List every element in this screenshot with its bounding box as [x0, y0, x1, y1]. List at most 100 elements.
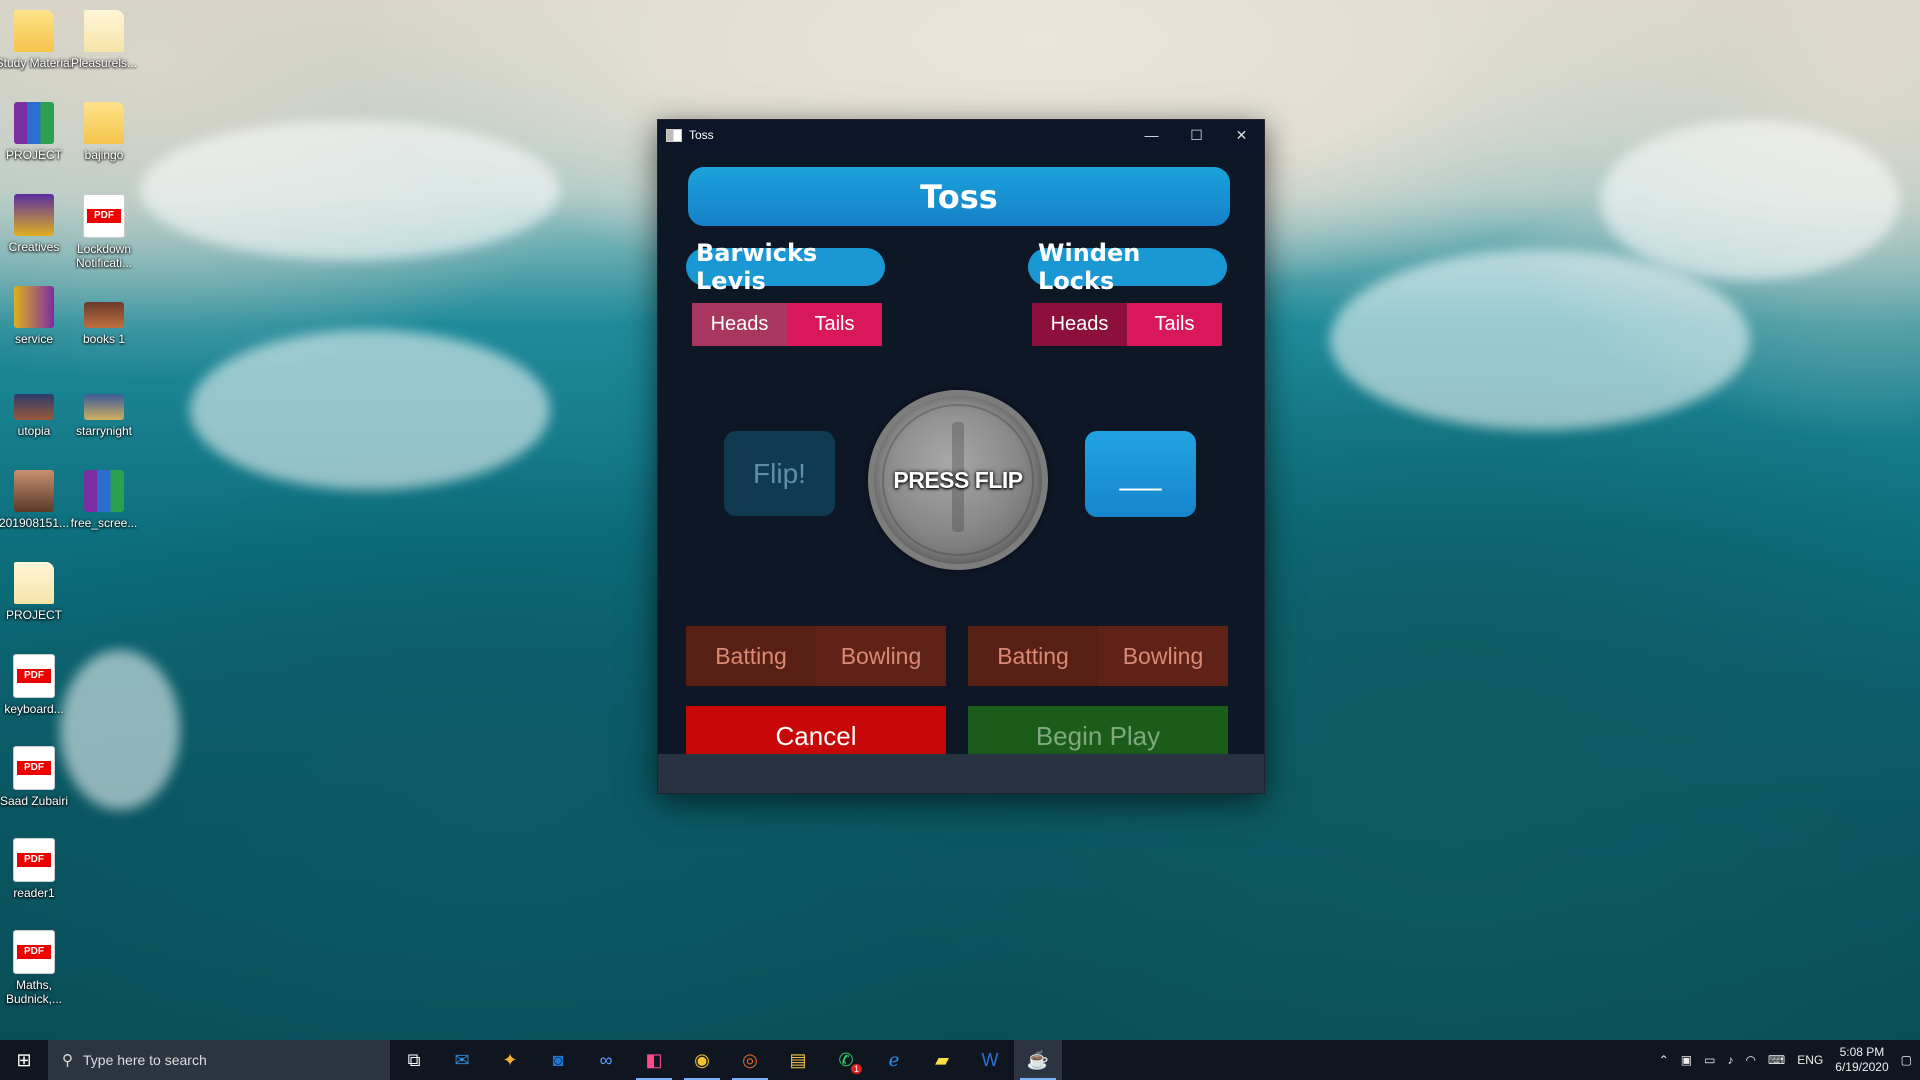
desktop-icon[interactable]: PROJECT	[0, 102, 74, 162]
taskbar: ⊞ ⚲ Type here to search ⧉ ✉ ✦ ◙ ∞ ◧ ◉ ◎ …	[0, 1040, 1920, 1080]
window-footer	[658, 754, 1264, 793]
desktop-icon[interactable]: bajingo	[64, 102, 144, 162]
java-icon[interactable]: ☕	[1014, 1040, 1062, 1080]
mail-icon[interactable]: ✉	[438, 1040, 486, 1080]
image-icon	[14, 394, 54, 420]
desktop-icon[interactable]: Creatives	[0, 194, 74, 254]
desktop-icon[interactable]: Lockdown Notificati...	[64, 194, 144, 270]
team2-heads-button[interactable]: Heads	[1032, 303, 1127, 346]
result-button[interactable]: ___	[1085, 431, 1196, 517]
language-indicator[interactable]: ENG	[1797, 1053, 1823, 1067]
photos-icon[interactable]: ✦	[486, 1040, 534, 1080]
desktop-icon[interactable]: 201908151...	[0, 470, 74, 530]
folder-icon	[84, 102, 124, 144]
file-explorer-icon[interactable]: ▤	[774, 1040, 822, 1080]
task-view-icon[interactable]: ⧉	[390, 1040, 438, 1080]
image-icon	[84, 302, 124, 328]
wave-foam	[190, 330, 550, 490]
desktop-icon[interactable]: starrynight	[64, 378, 144, 438]
team2-tails-button[interactable]: Tails	[1127, 303, 1222, 346]
maximize-button[interactable]: ☐	[1174, 120, 1219, 150]
wave-foam	[60, 650, 180, 810]
desktop-icon[interactable]: books 1	[64, 286, 144, 346]
wave-foam	[140, 120, 560, 260]
folder-icon	[14, 562, 54, 604]
chevron-up-icon[interactable]: ⌃	[1659, 1053, 1669, 1067]
title-bar[interactable]: Toss — ☐ ✕	[658, 120, 1264, 150]
folder-icon	[14, 10, 54, 52]
team1-batting-bowling: Batting Bowling	[686, 626, 946, 686]
archive-icon	[84, 470, 124, 512]
desktop-icon[interactable]: Maths, Budnick,...	[0, 930, 74, 1006]
search-icon: ⚲	[62, 1052, 73, 1069]
window-title: Toss	[689, 128, 714, 142]
image-icon	[84, 394, 124, 420]
windows-logo-icon: ⊞	[16, 1049, 32, 1070]
toss-header: Toss	[688, 167, 1230, 226]
desktop-icon[interactable]: Pleasurels...	[64, 10, 144, 70]
desktop-icon[interactable]: Saad Zubairi	[0, 746, 74, 808]
desktop-icon[interactable]: PROJECT	[0, 562, 74, 622]
clock-date: 6/19/2020	[1835, 1060, 1889, 1074]
coin-label: PRESS FLIP	[893, 466, 1023, 493]
folder-icon	[84, 10, 124, 52]
team2-name: Winden Locks	[1028, 239, 1227, 295]
pdf-icon	[13, 654, 55, 698]
word-icon[interactable]: W	[966, 1040, 1014, 1080]
start-button[interactable]: ⊞	[0, 1040, 48, 1080]
close-button[interactable]: ✕	[1219, 120, 1264, 150]
team2-heads-tails: Heads Tails	[1032, 303, 1222, 346]
keyboard-icon[interactable]: ⌨	[1768, 1053, 1785, 1067]
sticky-notes-icon[interactable]: ▰	[918, 1040, 966, 1080]
desktop-icon[interactable]: keyboard...	[0, 654, 74, 716]
media-icon[interactable]: ◎	[726, 1040, 774, 1080]
toss-content: Toss Barwicks Levis Winden Locks Heads T…	[658, 150, 1264, 766]
archive-icon	[14, 286, 54, 328]
archive-icon	[14, 102, 54, 144]
coin[interactable]: PRESS FLIP	[868, 390, 1048, 570]
pdf-icon	[83, 194, 125, 238]
notifications-icon[interactable]: ▢	[1901, 1053, 1912, 1067]
system-tray: ⌃ ▣ ▭ ♪ ◠ ⌨ ENG 5:08 PM 6/19/2020 ▢	[1659, 1045, 1920, 1075]
team1-bowling-button[interactable]: Bowling	[816, 626, 946, 686]
team1-heads-button[interactable]: Heads	[692, 303, 787, 346]
archive-icon	[14, 194, 54, 236]
wave-foam	[1600, 120, 1900, 280]
network-device-icon[interactable]: ▣	[1681, 1053, 1692, 1067]
pdf-icon	[13, 746, 55, 790]
pdf-icon	[13, 838, 55, 882]
desktop-icon[interactable]: reader1	[0, 838, 74, 900]
app-window-icon	[666, 128, 682, 142]
flip-button[interactable]: Flip!	[724, 431, 835, 516]
team1-heads-tails: Heads Tails	[692, 303, 882, 346]
desktop-icon[interactable]: utopia	[0, 378, 74, 438]
desktop-icon[interactable]: Study Material	[0, 10, 74, 70]
clock-time: 5:08 PM	[1839, 1045, 1885, 1059]
whatsapp-icon[interactable]: ✆ 1	[822, 1040, 870, 1080]
outlook-icon[interactable]: ◙	[534, 1040, 582, 1080]
minimize-button[interactable]: —	[1129, 120, 1174, 150]
team2-bowling-button[interactable]: Bowling	[1098, 626, 1228, 686]
team1-tails-button[interactable]: Tails	[787, 303, 882, 346]
battery-icon[interactable]: ▭	[1704, 1053, 1715, 1067]
wave-foam	[1330, 250, 1750, 430]
team1-batting-button[interactable]: Batting	[686, 626, 816, 686]
team2-batting-button[interactable]: Batting	[968, 626, 1098, 686]
volume-icon[interactable]: ♪	[1727, 1053, 1733, 1067]
team1-name: Barwicks Levis	[686, 239, 885, 295]
taskbar-search[interactable]: ⚲ Type here to search	[48, 1040, 390, 1080]
clock[interactable]: 5:08 PM 6/19/2020	[1835, 1045, 1888, 1075]
pdf-icon	[13, 930, 55, 974]
edge-icon[interactable]: ℯ	[870, 1040, 918, 1080]
toss-window: Toss — ☐ ✕ Toss Barwicks Levis Winden Lo…	[657, 119, 1265, 794]
team2-batting-bowling: Batting Bowling	[968, 626, 1228, 686]
whatsapp-badge: 1	[850, 1064, 862, 1074]
desktop-icon[interactable]: free_scree...	[64, 470, 144, 530]
wifi-icon[interactable]: ◠	[1745, 1053, 1755, 1067]
desktop-icon[interactable]: service	[0, 286, 74, 346]
infinity-icon[interactable]: ∞	[582, 1040, 630, 1080]
photo-icon	[14, 470, 54, 512]
intellij-icon[interactable]: ◧	[630, 1040, 678, 1080]
chrome-icon[interactable]: ◉	[678, 1040, 726, 1080]
search-placeholder: Type here to search	[83, 1052, 207, 1068]
